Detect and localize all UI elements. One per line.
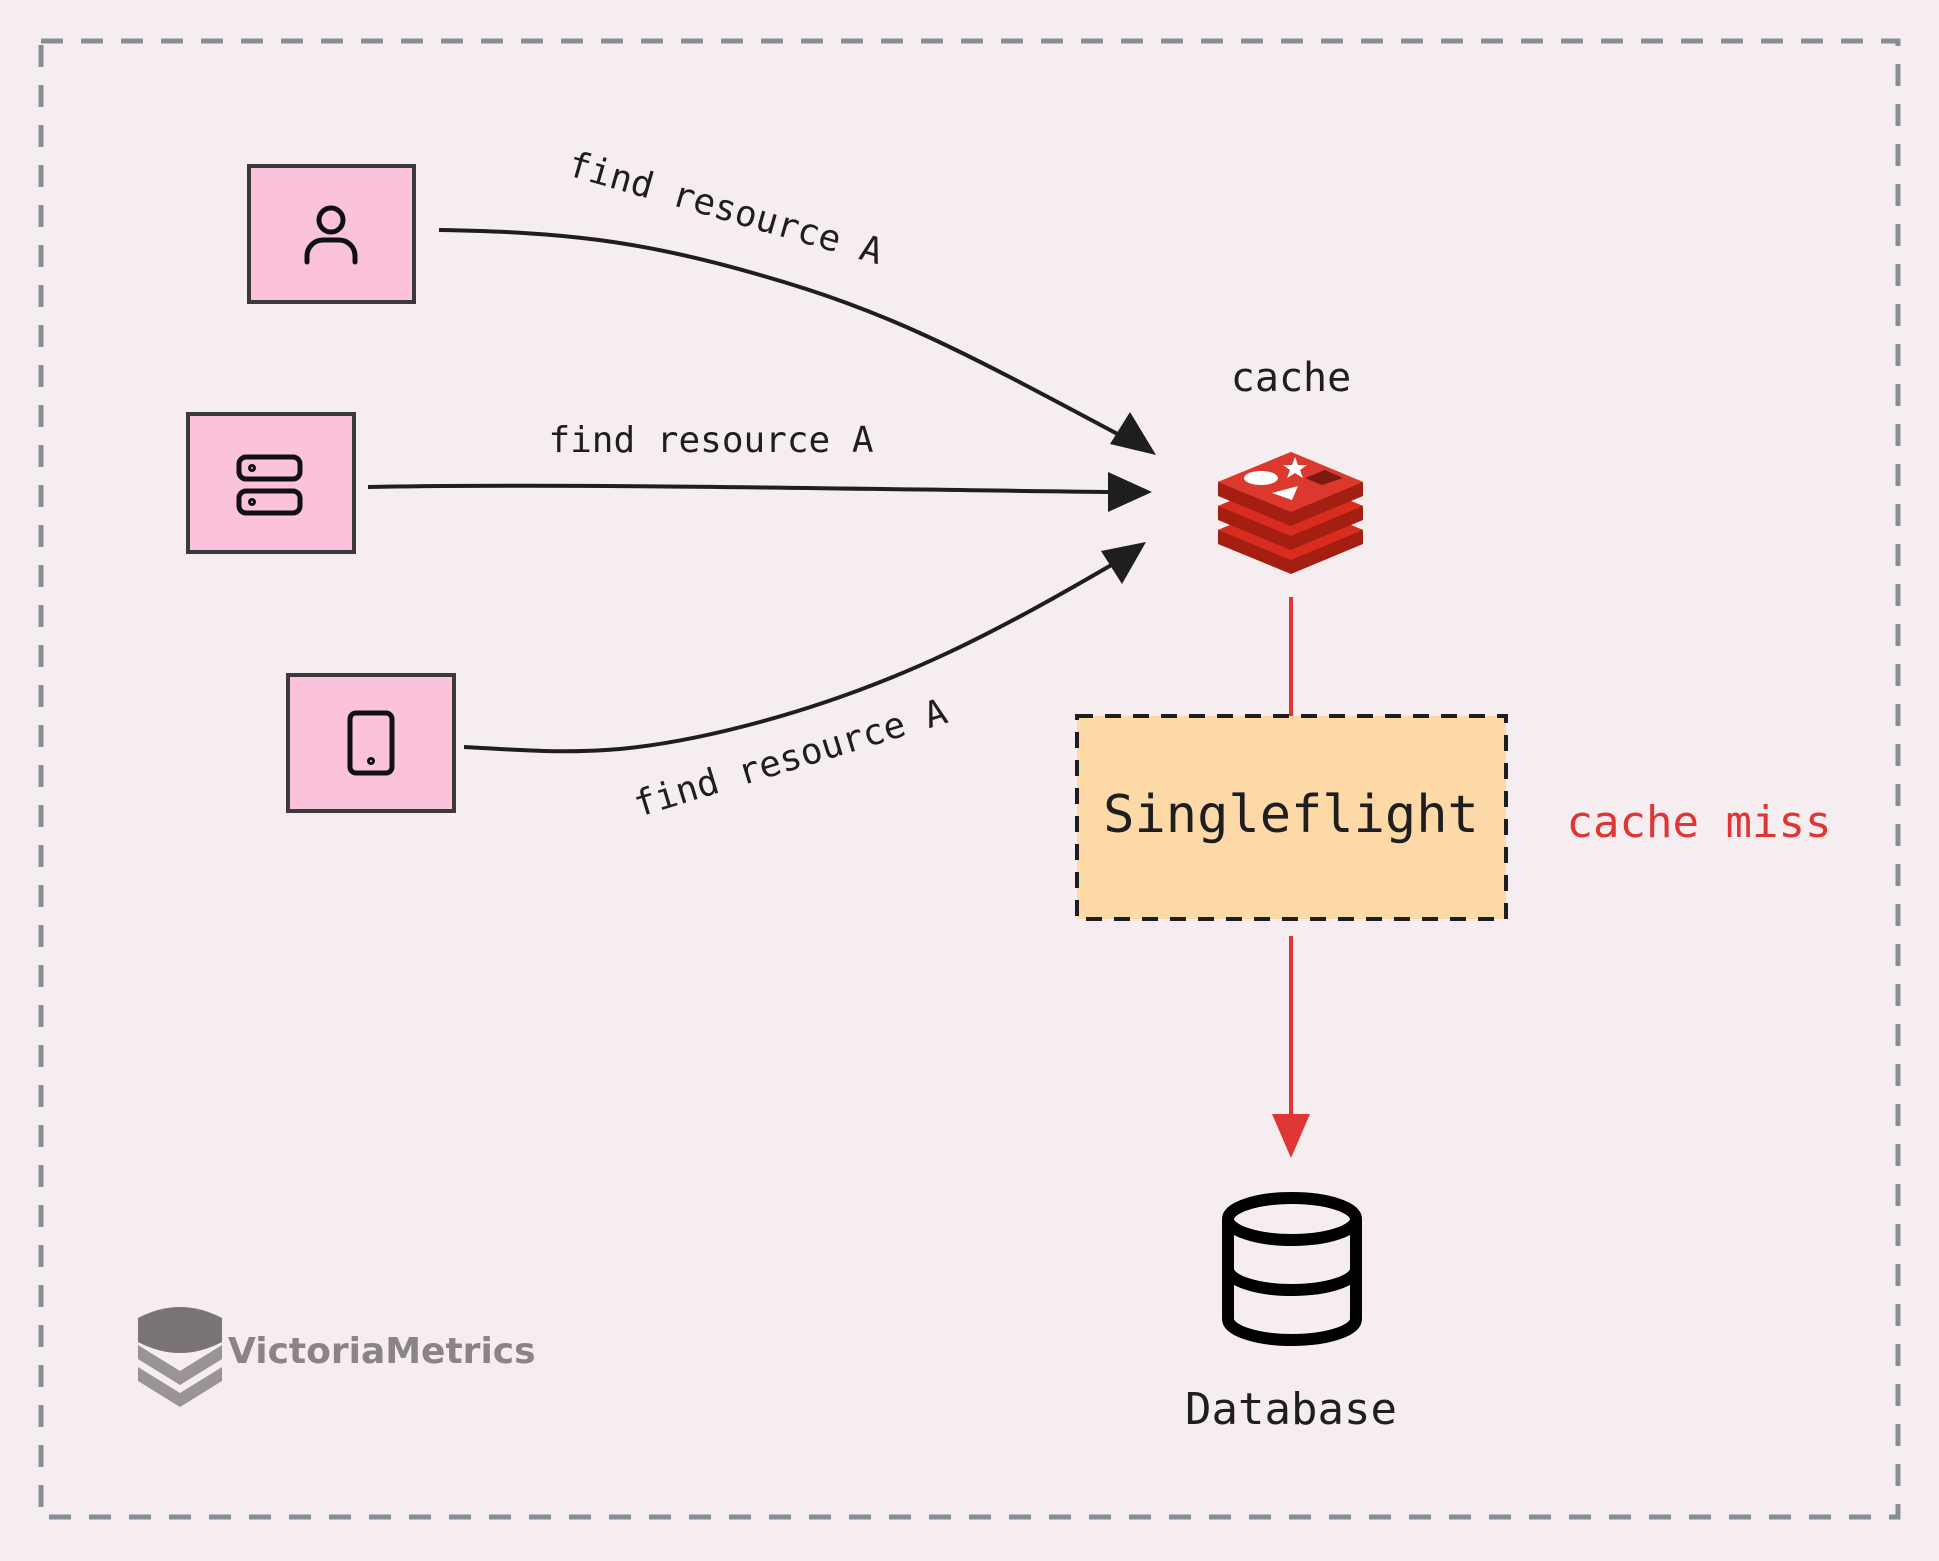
client-server [186,412,356,554]
arrowhead [1272,1114,1310,1158]
request-arrow-middle [367,472,1152,512]
arrowhead [1110,412,1156,455]
client-box [186,412,356,554]
request-arrow-bottom [463,542,1146,754]
victoriametrics-logo: VictoriaMetrics [138,1307,536,1407]
cache-label: cache [1231,355,1351,401]
request-label-middle: find resource A [548,420,873,461]
singleflight-box: Singleflight [1075,714,1508,921]
arrowhead [1108,472,1152,512]
database-icon [1222,1192,1362,1346]
diagram-canvas: find resource A find resource A find res… [38,38,1901,1520]
cache-miss-label: cache miss [1567,797,1832,848]
client-user [247,164,416,304]
client-box [286,673,456,813]
redis-icon [1218,452,1363,574]
database-label: Database [1185,1384,1397,1435]
singleflight-label: Singleflight [1103,785,1479,845]
db-arrow [1272,936,1310,1158]
logo-text: VictoriaMetrics [228,1331,536,1372]
request-label-top: find resource A [564,144,888,273]
arrowhead [1101,542,1146,584]
client-tablet [286,673,456,813]
